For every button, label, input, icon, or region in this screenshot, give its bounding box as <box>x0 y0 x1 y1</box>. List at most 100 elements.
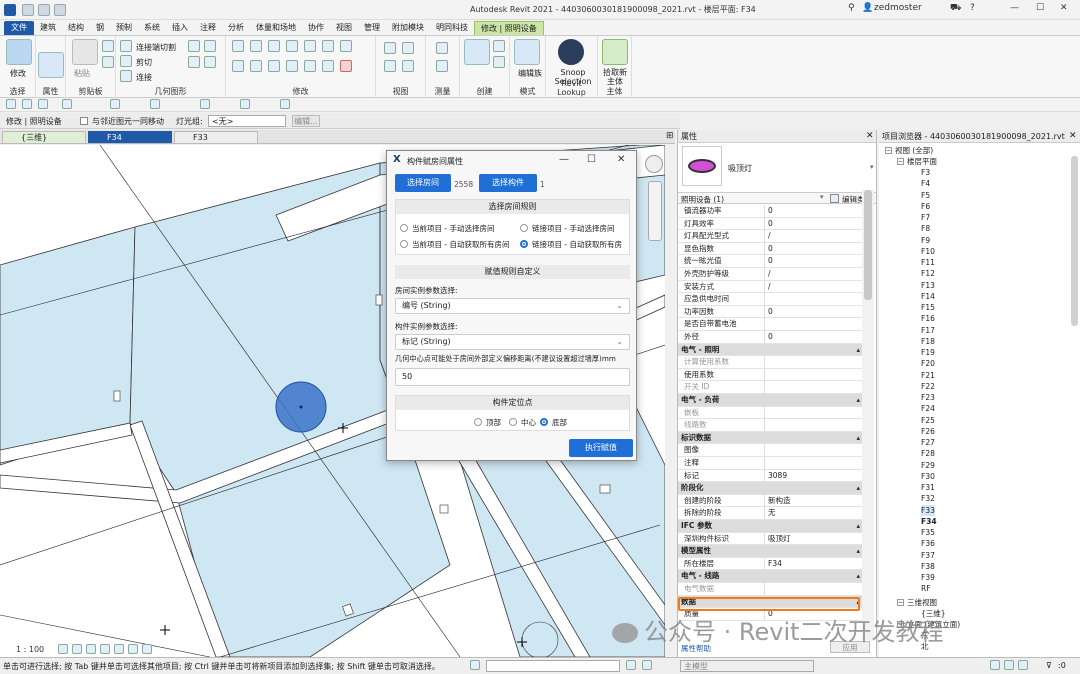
dialog-close-button[interactable]: ✕ <box>617 154 625 165</box>
offset-input[interactable]: 50 <box>395 368 630 386</box>
pick-host-icon[interactable] <box>602 39 628 65</box>
cart-icon[interactable]: ⛟ <box>950 3 961 14</box>
pick-host-label[interactable]: 拾取新主体 <box>600 68 630 86</box>
cut-icon[interactable] <box>102 56 114 68</box>
property-value[interactable]: F34 <box>768 558 782 570</box>
copy-icon[interactable] <box>102 40 114 52</box>
floor-plan-item[interactable]: F39 <box>921 572 935 583</box>
split-icon[interactable] <box>304 40 316 52</box>
tab-massing[interactable]: 体量和场地 <box>250 21 302 35</box>
rule-radio-current-auto[interactable] <box>400 240 408 248</box>
views-root[interactable]: 视图 (全部) <box>895 145 933 156</box>
filter-chevron-icon[interactable]: ▾ <box>820 193 824 201</box>
floor-plan-item[interactable]: F12 <box>921 268 935 279</box>
floor-plan-item[interactable]: F7 <box>921 212 930 223</box>
tab-precast[interactable]: 预制 <box>110 21 138 35</box>
cope-icon[interactable] <box>120 40 132 52</box>
rule-radio-link-auto[interactable] <box>520 240 528 248</box>
visual-style-icon[interactable] <box>72 644 82 654</box>
override-icon[interactable] <box>402 42 414 54</box>
delete-icon[interactable] <box>340 60 352 72</box>
group-collapse-icon[interactable]: ▴ <box>856 394 860 406</box>
floor-plan-item[interactable]: F14 <box>921 291 935 302</box>
mirror-axis-icon[interactable] <box>268 40 280 52</box>
floor-plan-item[interactable]: F11 <box>921 257 935 268</box>
property-value[interactable]: 0 <box>768 331 773 343</box>
property-row[interactable]: 模型属性 ▴ <box>678 545 864 558</box>
tab-addins[interactable]: 附加模块 <box>386 21 430 35</box>
property-value[interactable]: 无 <box>768 507 776 519</box>
floor-plan-item[interactable]: F6 <box>921 201 930 212</box>
locate-label-top[interactable]: 顶部 <box>486 417 501 428</box>
rule-label-link-manual[interactable]: 链接项目 - 手动选择房间 <box>532 223 614 234</box>
floor-plan-item[interactable]: F17 <box>921 325 935 336</box>
select-component-button[interactable]: 选择构件 <box>479 174 537 192</box>
paste-icon[interactable] <box>72 39 98 65</box>
qat-undo-icon[interactable] <box>6 99 16 109</box>
floor-plan-item[interactable]: F24 <box>921 403 935 414</box>
property-value[interactable]: / <box>768 230 771 242</box>
type-selector[interactable]: 吸顶灯 <box>728 163 752 174</box>
wall-join-icon[interactable] <box>188 56 200 68</box>
instance-filter[interactable]: 照明设备 (1) <box>681 194 724 205</box>
reveal-icon[interactable] <box>142 644 152 654</box>
property-value[interactable]: 0 <box>768 255 773 267</box>
property-row[interactable]: 电气 - 线路 ▴ <box>678 570 864 583</box>
floor-plan-item[interactable]: F8 <box>921 223 930 234</box>
property-row[interactable]: IFC 参数 ▴ <box>678 520 864 533</box>
property-value[interactable]: 0 <box>768 306 773 318</box>
tab-architecture[interactable]: 建筑 <box>34 21 62 35</box>
floor-plan-item[interactable]: F10 <box>921 246 935 257</box>
modify-tool-icon[interactable] <box>6 39 32 65</box>
floor-plan-item[interactable]: F37 <box>921 550 935 561</box>
property-value[interactable]: / <box>768 268 771 280</box>
floor-plan-item[interactable]: F33 <box>921 504 935 516</box>
open-icon[interactable] <box>22 4 34 16</box>
qat-switch-windows-icon[interactable] <box>280 99 290 109</box>
floor-plan-item[interactable]: RF <box>921 583 931 594</box>
tab-file[interactable]: 文件 <box>4 20 34 35</box>
qat-redo-icon[interactable] <box>62 99 72 109</box>
floor-plan-item[interactable]: F26 <box>921 426 935 437</box>
move-with-nearby-checkbox[interactable] <box>80 117 88 125</box>
browser-scroll-thumb[interactable] <box>1071 156 1078 326</box>
type-selector-chevron-icon[interactable]: ▾ <box>870 163 874 171</box>
property-value[interactable]: 0 <box>768 218 773 230</box>
view-tab-3d[interactable]: {三维} <box>2 131 86 143</box>
view-tabs-close-icon[interactable]: ⊞ <box>666 131 674 141</box>
execute-assign-button[interactable]: 执行赋值 <box>569 439 633 457</box>
floor-plan-item[interactable]: F35 <box>921 527 935 538</box>
floor-plan-item[interactable]: F34 <box>921 516 937 527</box>
property-value[interactable]: 0 <box>768 243 773 255</box>
property-row[interactable]: 阶段化 ▴ <box>678 482 864 495</box>
group-collapse-icon[interactable]: ▴ <box>856 432 860 444</box>
move-icon[interactable] <box>232 60 244 72</box>
tab-manage[interactable]: 管理 <box>358 21 386 35</box>
floorplans-node[interactable]: 楼层平面 <box>907 156 937 167</box>
rotate-icon[interactable] <box>268 60 280 72</box>
filter-icon[interactable]: ⊽ <box>1046 661 1052 670</box>
select-pinned-icon[interactable] <box>1018 660 1028 670</box>
tab-modify-lighting[interactable]: 修改 | 照明设备 <box>474 20 544 35</box>
qat-3d-icon[interactable] <box>200 99 210 109</box>
floor-plan-item[interactable]: F38 <box>921 561 935 572</box>
view-tab-f33[interactable]: F33 <box>174 131 258 143</box>
linework-icon[interactable] <box>402 60 414 72</box>
create-group-icon[interactable] <box>464 39 490 65</box>
tab-insert[interactable]: 插入 <box>166 21 194 35</box>
floor-plan-item[interactable]: F19 <box>921 347 935 358</box>
paint-icon[interactable] <box>188 40 200 52</box>
floor-plan-item[interactable]: F22 <box>921 381 935 392</box>
user-icon[interactable]: 👤 <box>862 3 873 13</box>
component-param-select[interactable]: 标记 (String) ⌄ <box>395 334 630 350</box>
browser-close-icon[interactable]: ✕ <box>1069 131 1077 141</box>
paintbrush-icon[interactable] <box>384 60 396 72</box>
temp-hide-icon[interactable] <box>128 644 138 654</box>
rule-label-current-auto[interactable]: 当前项目 - 自动获取所有房间 <box>412 239 509 250</box>
trim-icon[interactable] <box>286 60 298 72</box>
property-value[interactable]: 吸顶灯 <box>768 533 791 545</box>
property-value[interactable]: / <box>768 281 771 293</box>
demolish-icon[interactable] <box>204 56 216 68</box>
select-room-button[interactable]: 选择房间 <box>395 174 451 192</box>
dimension-icon[interactable] <box>436 60 448 72</box>
